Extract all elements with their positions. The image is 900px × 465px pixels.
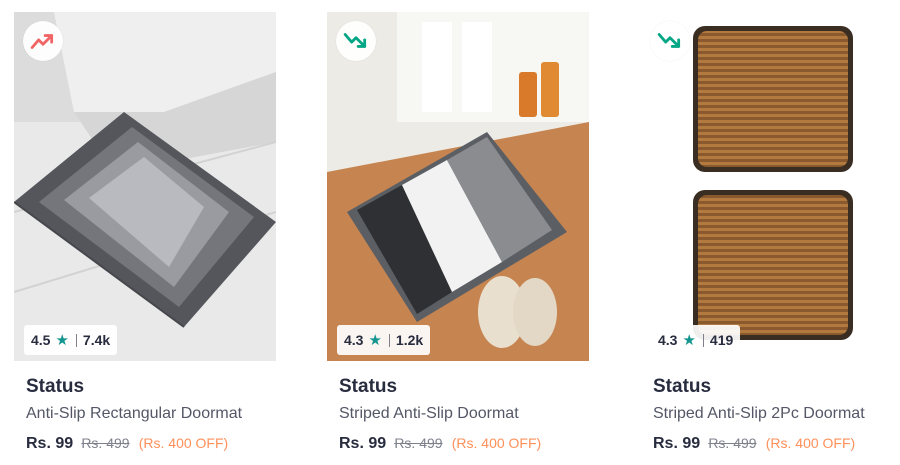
star-icon: ★ xyxy=(368,332,382,349)
product-price: Rs. 99 xyxy=(653,435,701,452)
doormat-photo xyxy=(327,12,589,361)
rating-badge: 4.5 ★ 7.4k xyxy=(24,325,118,355)
rating-badge: 4.3 ★ 1.2k xyxy=(337,325,431,355)
rating-divider xyxy=(388,333,390,347)
price-row: Rs. 99 Rs. 499 (Rs. 400 OFF) xyxy=(653,435,855,453)
rating-value: 4.5 xyxy=(31,332,51,348)
price-row: Rs. 99 Rs. 499 (Rs. 400 OFF) xyxy=(26,435,228,453)
product-image[interactable]: 4.3 ★ 1.2k xyxy=(327,12,589,361)
doormat-photo xyxy=(14,12,276,361)
product-price: Rs. 99 xyxy=(339,435,387,452)
rating-count: 419 xyxy=(709,332,734,348)
trending-up-icon xyxy=(30,34,54,49)
product-title: Anti-Slip Rectangular Doormat xyxy=(26,405,243,422)
product-title: Striped Anti-Slip Doormat xyxy=(339,405,519,422)
product-discount: (Rs. 400 OFF) xyxy=(765,435,856,451)
product-image[interactable]: 4.3 ★ 419 xyxy=(641,12,900,361)
trend-badge xyxy=(650,21,690,61)
product-brand: Status xyxy=(653,376,712,397)
price-row: Rs. 99 Rs. 499 (Rs. 400 OFF) xyxy=(339,435,541,453)
product-mrp: Rs. 499 xyxy=(81,435,130,451)
product-card[interactable]: 4.3 ★ 1.2k Status Striped Anti-Slip Door… xyxy=(327,12,589,462)
product-mrp: Rs. 499 xyxy=(708,435,757,451)
rating-count: 7.4k xyxy=(82,332,111,348)
trend-badge xyxy=(336,21,376,61)
rating-value: 4.3 xyxy=(344,332,364,348)
product-brand: Status xyxy=(26,376,85,397)
product-discount: (Rs. 400 OFF) xyxy=(138,435,229,451)
rating-divider xyxy=(702,333,704,347)
rating-value: 4.3 xyxy=(658,332,678,348)
product-mrp: Rs. 499 xyxy=(394,435,443,451)
product-card[interactable]: 4.5 ★ 7.4k Status Anti-Slip Rectangular … xyxy=(14,12,276,462)
doormat-photo xyxy=(641,12,900,361)
product-discount: (Rs. 400 OFF) xyxy=(451,435,542,451)
star-icon: ★ xyxy=(682,332,696,349)
trending-down-icon xyxy=(657,33,681,48)
rating-divider xyxy=(75,333,77,347)
rating-badge: 4.3 ★ 419 xyxy=(651,325,741,355)
product-card[interactable]: 4.3 ★ 419 Status Striped Anti-Slip 2Pc D… xyxy=(641,12,900,462)
product-title: Striped Anti-Slip 2Pc Doormat xyxy=(653,405,865,422)
star-icon: ★ xyxy=(55,332,69,349)
product-price: Rs. 99 xyxy=(26,435,74,452)
rating-count: 1.2k xyxy=(395,332,424,348)
trending-down-icon xyxy=(343,33,367,48)
trend-badge xyxy=(23,21,63,61)
product-brand: Status xyxy=(339,376,398,397)
product-image[interactable]: 4.5 ★ 7.4k xyxy=(14,12,276,361)
